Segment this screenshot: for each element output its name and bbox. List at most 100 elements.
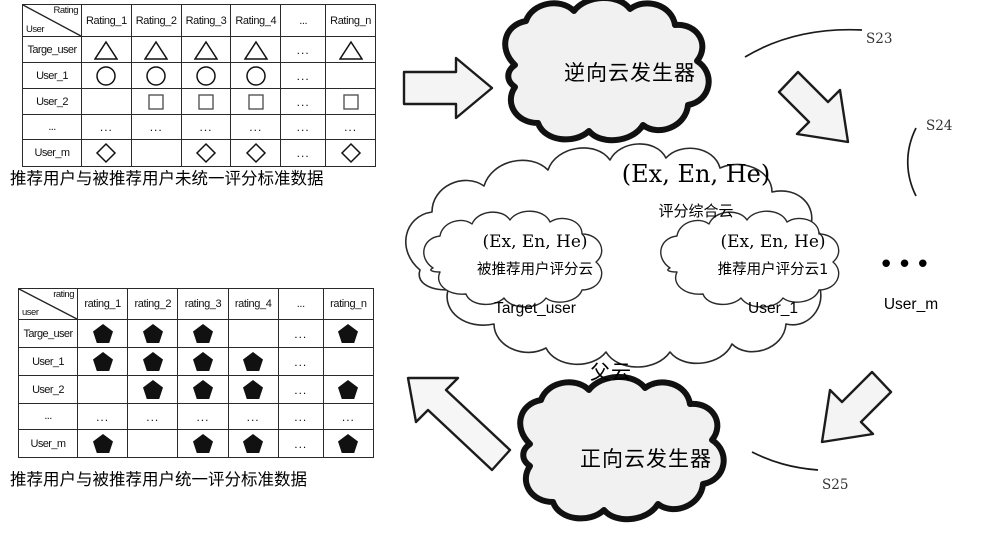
table-cell — [177, 347, 229, 376]
column-header: Rating_3 — [180, 4, 232, 37]
table-cell — [81, 62, 132, 89]
table-cell — [325, 88, 376, 115]
row-label: ... — [18, 403, 78, 430]
row-label: User_1 — [22, 62, 82, 89]
triangle-icon — [193, 40, 218, 60]
bottom-table-caption: 推荐用户与被推荐用户统一评分标准数据 — [10, 470, 307, 489]
table-cell-ellipsis: ... — [230, 114, 282, 140]
pentagon-icon — [338, 324, 359, 343]
step-label-s24: S24 — [926, 118, 953, 134]
diamond-icon — [195, 142, 217, 164]
target-user-cloud-name: 被推荐用户评分云 — [477, 262, 593, 278]
table-cell — [322, 375, 375, 404]
pentagon-icon — [192, 352, 213, 371]
table-cell — [127, 375, 179, 404]
circle-icon — [246, 65, 266, 86]
arrow-forward-cloud-to-bottom-table — [406, 376, 512, 472]
table-cell-ellipsis: ... — [76, 403, 129, 430]
table-cell-ellipsis: ... — [127, 403, 179, 430]
pentagon-icon — [142, 352, 163, 371]
normalized-rating-table: rating user rating_1 rating_2 rating_3 r… — [18, 288, 375, 458]
pentagon-icon — [338, 380, 359, 399]
table-cell — [127, 347, 179, 376]
column-header: rating_1 — [76, 288, 129, 320]
leader-line-s25 — [751, 451, 819, 471]
row-label: User_1 — [18, 347, 78, 376]
table-cell — [322, 319, 375, 348]
diagram-canvas: Rating User Rating_1 Rating_2 Rating_3 R… — [0, 0, 1000, 540]
pentagon-icon — [92, 434, 113, 453]
table-row: ... ... ... ... ... ... ... — [22, 114, 376, 140]
table-cell-ellipsis: ... — [180, 114, 232, 140]
table-cell — [76, 319, 129, 348]
column-header: ... — [280, 4, 327, 37]
table-cell-ellipsis: ... — [130, 114, 182, 140]
table-row: User_m ... — [18, 429, 375, 458]
column-header: rating_2 — [127, 288, 179, 320]
square-icon — [248, 93, 264, 110]
table-cell — [180, 139, 232, 167]
diamond-icon — [96, 142, 117, 164]
table-cell-ellipsis: ... — [277, 429, 324, 458]
unnormalized-rating-table: Rating User Rating_1 Rating_2 Rating_3 R… — [22, 4, 376, 167]
table-cell — [230, 62, 282, 89]
pentagon-icon — [243, 434, 264, 453]
table-cell-ellipsis: ... — [177, 403, 229, 430]
table-header-row: rating user rating_1 rating_2 rating_3 r… — [18, 288, 375, 320]
table-cell — [230, 36, 282, 63]
table-cell — [177, 319, 229, 348]
leader-line-s24 — [906, 127, 917, 197]
table-cell — [81, 36, 132, 63]
table-cell-empty — [227, 319, 279, 348]
row-label: User_m — [22, 139, 82, 167]
table-corner-cell: Rating User — [22, 4, 82, 37]
reverse-cloud-generator-label: 逆向云发生器 — [564, 61, 696, 85]
corner-label-rating: rating — [53, 289, 74, 301]
table-cell-empty — [76, 375, 129, 404]
column-header: ... — [277, 288, 324, 320]
pentagon-icon — [92, 324, 113, 343]
table-row: User_1 ... — [18, 347, 375, 376]
table-cell-empty — [325, 62, 376, 89]
row-label: User_m — [18, 429, 78, 458]
table-row: ... ... ... ... ... ... ... — [18, 403, 375, 430]
table-cell-ellipsis: ... — [277, 375, 324, 404]
table-cell — [230, 88, 282, 115]
table-corner-cell: rating user — [18, 288, 78, 320]
pentagon-icon — [192, 380, 213, 399]
corner-label-user: user — [22, 307, 39, 318]
pentagon-icon — [192, 434, 213, 453]
table-row: User_2 ... — [18, 375, 375, 404]
table-cell — [227, 375, 279, 404]
triangle-icon — [94, 40, 119, 60]
table-cell-ellipsis: ... — [277, 347, 324, 376]
pentagon-icon — [243, 352, 264, 371]
row-label: Targe_user — [22, 36, 82, 63]
row-label: Targe_user — [18, 319, 78, 348]
step-label-s23: S23 — [866, 31, 893, 47]
table-cell — [177, 375, 229, 404]
pentagon-icon — [142, 380, 163, 399]
table-row: Targe_user ... — [18, 319, 375, 348]
circle-icon — [146, 65, 166, 86]
diamond-icon — [340, 142, 361, 164]
step-label-s25: S25 — [822, 477, 849, 493]
table-cell-ellipsis: ... — [280, 114, 327, 140]
table-row: User_1 ... — [22, 62, 376, 89]
table-cell — [227, 429, 279, 458]
row-label: ... — [22, 114, 82, 140]
pentagon-icon — [192, 324, 213, 343]
table-cell-ellipsis: ... — [280, 139, 327, 167]
column-header: Rating_n — [325, 4, 376, 37]
user1-cloud-exenhe: (Ex, En, He) — [720, 232, 826, 252]
table-cell-ellipsis: ... — [280, 62, 327, 89]
table-cell — [177, 429, 229, 458]
user1-label: User_1 — [748, 300, 798, 317]
triangle-icon — [144, 40, 169, 60]
table-row: Targe_user ... — [22, 36, 376, 63]
circle-icon — [196, 65, 216, 86]
column-header: Rating_1 — [81, 4, 132, 37]
user-m-label: User_m — [883, 296, 939, 313]
parent-cloud-ellipsis: ••• — [878, 250, 934, 280]
table-cell-ellipsis: ... — [277, 319, 324, 348]
